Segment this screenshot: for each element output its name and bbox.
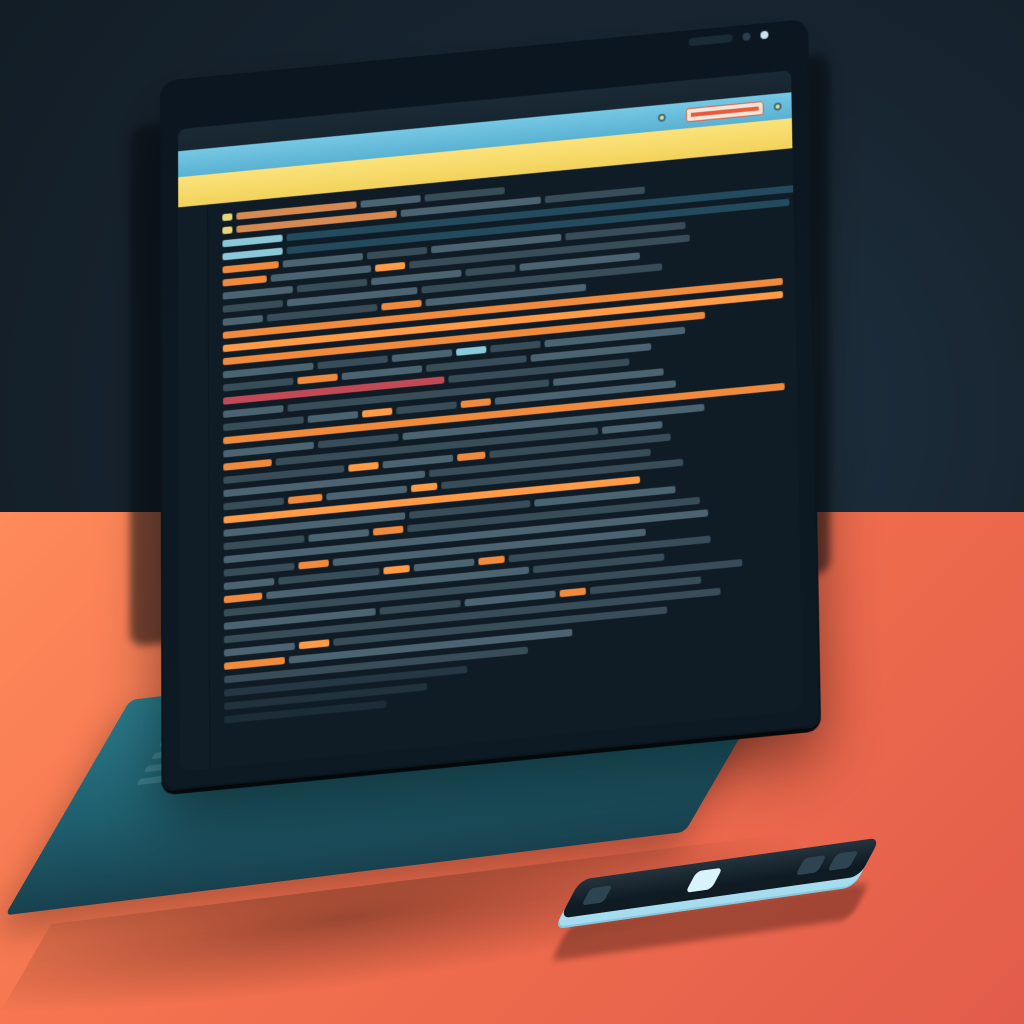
monitor-bezel [160,19,821,792]
remote-button[interactable] [581,885,612,905]
status-dot-icon [658,113,666,122]
sensor-dot [742,32,750,41]
options-dot-icon[interactable] [774,102,782,111]
monitor [160,19,821,792]
remote-home-button[interactable] [685,868,723,893]
remote-button[interactable] [795,855,826,875]
sensor-pill [689,34,733,46]
code-editor[interactable] [208,148,802,768]
sensor-strip [689,31,769,47]
remote-button[interactable] [827,851,858,871]
camera-dot-icon [760,31,768,40]
gutter-sidebar [178,205,210,772]
search-input[interactable] [686,101,764,122]
editor-screen [178,70,803,771]
